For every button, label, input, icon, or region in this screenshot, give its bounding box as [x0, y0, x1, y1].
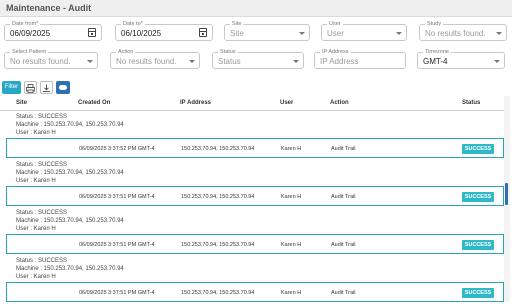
status-label: Status: [218, 48, 238, 56]
detail-line: User : Karen H: [16, 178, 56, 184]
download-icon: [43, 84, 50, 92]
calendar-icon[interactable]: [88, 28, 96, 37]
status-select[interactable]: Status Status: [212, 48, 304, 69]
calendar-icon[interactable]: [199, 28, 207, 37]
table-row[interactable]: 06/09/2025 3:37:51 PM GMT-4 150.253.70.94…: [6, 234, 504, 254]
date-from-label: Date from*: [10, 20, 41, 28]
page-title: Maintenance - Audit: [6, 3, 92, 13]
action-label: Action: [116, 48, 136, 56]
chevron-down-icon: [189, 60, 195, 63]
detail-line: User : Karen H: [16, 130, 56, 136]
chevron-down-icon: [87, 60, 93, 63]
select-patient-placeholder: No results found.: [10, 57, 71, 66]
download-button[interactable]: [40, 81, 53, 94]
status-badge: SUCCESS: [462, 240, 494, 250]
column-action[interactable]: Action: [330, 100, 349, 106]
site-placeholder: Site: [230, 29, 244, 38]
column-user[interactable]: User: [280, 100, 293, 106]
table-row[interactable]: 06/09/2025 3:37:51 PM GMT-4 150.253.70.94…: [6, 282, 504, 302]
date-from-field[interactable]: Date from* 06/09/2025: [4, 20, 102, 41]
ip-address-cell: 150.253.70.94, 150.253.70.94: [181, 242, 255, 248]
status-badge: SUCCESS: [462, 144, 494, 154]
title-bar: Maintenance - Audit: [0, 0, 512, 17]
user-cell: Karen H: [281, 146, 302, 152]
ip-address-placeholder: IP Address: [320, 57, 359, 66]
user-cell: Karen H: [281, 194, 302, 200]
printer-icon: [26, 84, 35, 93]
scrollbar-thumb[interactable]: [505, 183, 508, 205]
audit-entry: Status : SUCCESS Machine : 150.253.70.94,…: [0, 256, 504, 304]
ip-address-cell: 150.253.70.94, 150.253.70.94: [181, 194, 255, 200]
audit-entry: Status : SUCCESS Machine : 150.253.70.94,…: [0, 208, 504, 256]
site-label: Site: [230, 20, 244, 28]
date-to-label: Date to*: [121, 20, 145, 28]
table-row[interactable]: 06/09/2025 3:37:51 PM GMT-4 150.253.70.94…: [6, 186, 504, 206]
audit-entry: Status : SUCCESS Machine : 150.253.70.94,…: [0, 160, 504, 208]
action-placeholder: No results found.: [116, 57, 177, 66]
ip-address-label: IP Address: [320, 48, 351, 56]
column-created-on[interactable]: Created On: [78, 100, 110, 106]
column-ip-address[interactable]: IP Address: [180, 100, 211, 106]
detail-line: User : Karen H: [16, 226, 56, 232]
print-button[interactable]: [24, 81, 37, 94]
ip-address-cell: 150.253.70.94, 150.253.70.94: [181, 290, 255, 296]
user-cell: Karen H: [281, 290, 302, 296]
chevron-down-icon: [496, 32, 502, 35]
timezone-label: Timezone: [423, 48, 451, 56]
created-on-cell: 06/09/2025 3:37:52 PM GMT-4: [79, 146, 155, 152]
status-placeholder: Status: [218, 57, 241, 66]
ip-address-cell: 150.253.70.94, 150.253.70.94: [181, 146, 255, 152]
status-badge: SUCCESS: [462, 288, 494, 298]
detail-line: Status : SUCCESS: [16, 258, 68, 264]
chevron-down-icon: [299, 32, 305, 35]
select-patient-label: Select Patient: [10, 48, 48, 56]
toggle-view-button[interactable]: [56, 81, 70, 94]
study-placeholder: No results found.: [425, 29, 486, 38]
detail-line: Machine : 150.253.70.94, 150.253.70.94: [16, 170, 124, 176]
created-on-cell: 06/09/2025 3:37:51 PM GMT-4: [79, 290, 155, 296]
user-placeholder: User: [327, 29, 344, 38]
table-header: Site Created On IP Address User Action S…: [0, 96, 504, 111]
audit-entry: Status : SUCCESS Machine : 150.253.70.94,…: [0, 112, 504, 160]
user-label: User: [327, 20, 343, 28]
date-to-field[interactable]: Date to* 06/10/2025: [115, 20, 213, 41]
action-cell: Audit Trail: [331, 194, 356, 200]
user-select[interactable]: User User: [321, 20, 407, 41]
column-site[interactable]: Site: [16, 100, 27, 106]
study-label: Study: [425, 20, 444, 28]
study-select[interactable]: Study No results found.: [419, 20, 507, 41]
chevron-down-icon: [396, 32, 402, 35]
detail-line: Machine : 150.253.70.94, 150.253.70.94: [16, 266, 124, 272]
filter-button[interactable]: Filter: [2, 81, 21, 94]
detail-line: User : Karen H: [16, 274, 56, 280]
select-patient-select[interactable]: Select Patient No results found.: [4, 48, 98, 69]
detail-line: Status : SUCCESS: [16, 114, 68, 120]
column-status[interactable]: Status: [462, 100, 480, 106]
timezone-value: GMT-4: [423, 57, 448, 66]
date-from-value: 06/09/2025: [10, 29, 51, 38]
status-badge: SUCCESS: [462, 192, 494, 202]
action-select[interactable]: Action No results found.: [110, 48, 200, 69]
timezone-select[interactable]: Timezone GMT-4: [417, 48, 505, 69]
created-on-cell: 06/09/2025 3:37:51 PM GMT-4: [79, 242, 155, 248]
action-cell: Audit Trail: [331, 242, 356, 248]
action-cell: Audit Trail: [331, 290, 356, 296]
detail-line: Machine : 150.253.70.94, 150.253.70.94: [16, 122, 124, 128]
site-select[interactable]: Site Site: [224, 20, 310, 41]
detail-line: Machine : 150.253.70.94, 150.253.70.94: [16, 218, 124, 224]
chevron-down-icon: [494, 60, 500, 63]
created-on-cell: 06/09/2025 3:37:51 PM GMT-4: [79, 194, 155, 200]
table-row[interactable]: 06/09/2025 3:37:52 PM GMT-4 150.253.70.94…: [6, 138, 504, 158]
date-to-value: 06/10/2025: [121, 29, 162, 38]
user-cell: Karen H: [281, 242, 302, 248]
detail-line: Status : SUCCESS: [16, 210, 68, 216]
action-cell: Audit Trail: [331, 146, 356, 152]
ip-address-input[interactable]: IP Address IP Address: [314, 48, 406, 69]
chevron-down-icon: [293, 60, 299, 63]
detail-line: Status : SUCCESS: [16, 162, 68, 168]
